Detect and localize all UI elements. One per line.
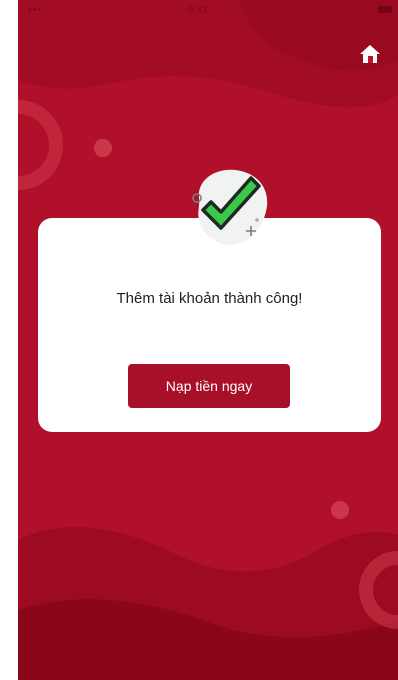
battery-icon — [378, 6, 392, 13]
check-icon — [192, 169, 268, 245]
status-time: 9:41 — [188, 5, 208, 16]
signal-indicator: ••• — [28, 5, 42, 16]
success-message: Thêm tài khoản thành công! — [116, 290, 303, 307]
app-screen: ••• 9:41 Thêm tài khoản thành công! Nạp … — [18, 0, 398, 680]
topup-now-button[interactable]: Nạp tiền ngay — [128, 364, 290, 408]
home-button[interactable] — [357, 41, 383, 67]
status-bar: ••• 9:41 — [18, 0, 398, 22]
home-icon — [360, 45, 380, 63]
